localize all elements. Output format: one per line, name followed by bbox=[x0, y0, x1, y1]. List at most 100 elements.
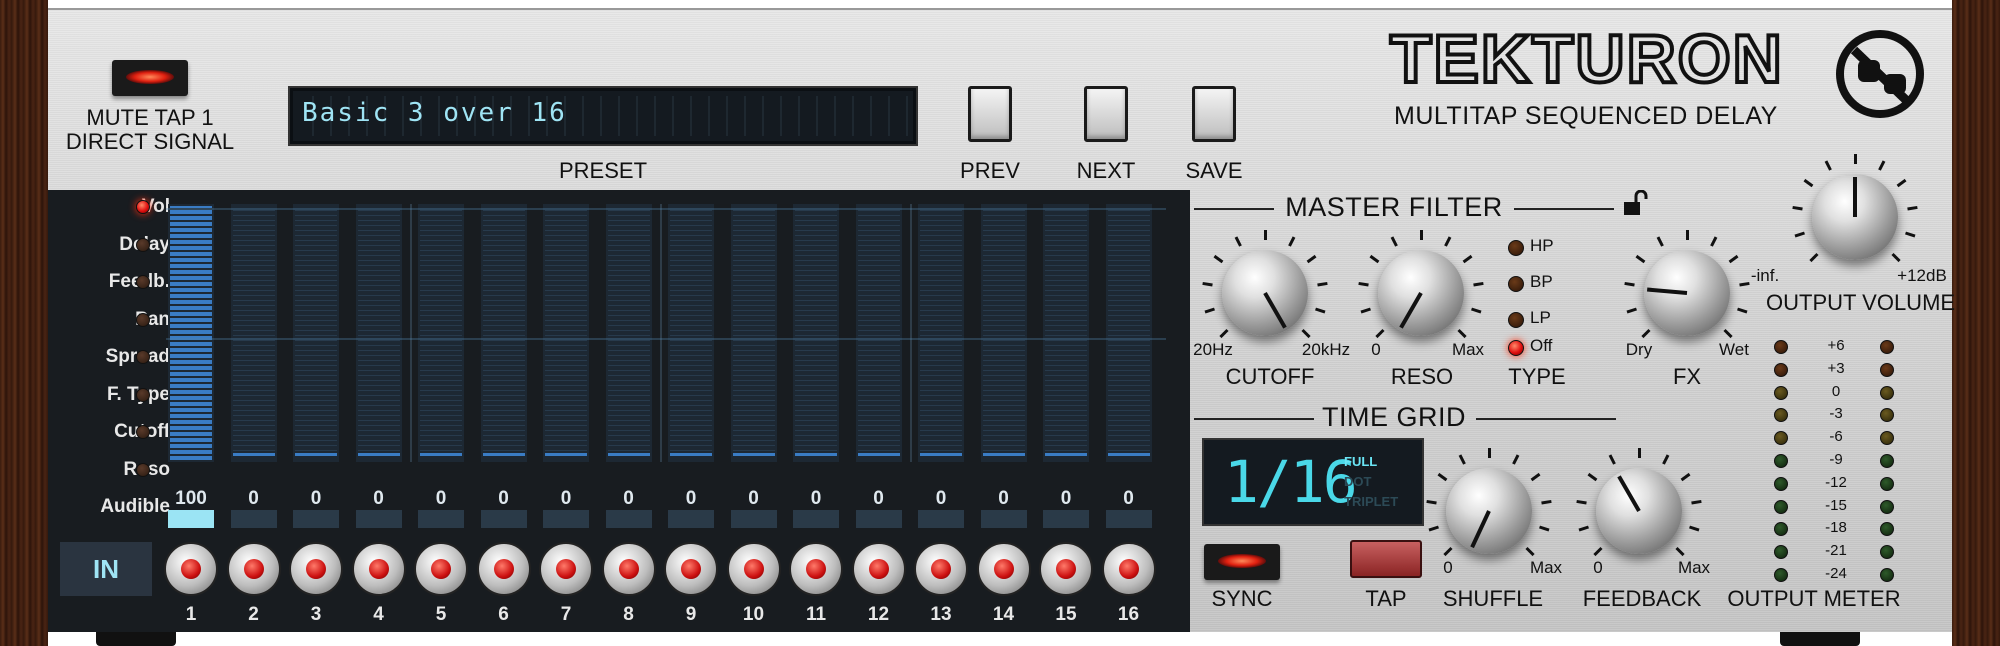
step-column[interactable] bbox=[418, 204, 464, 462]
step-column[interactable] bbox=[918, 204, 964, 462]
param-led-0[interactable] bbox=[136, 200, 150, 214]
step-audible-toggle[interactable] bbox=[543, 510, 589, 528]
step-audible-toggle[interactable] bbox=[168, 510, 214, 528]
step-value: 0 bbox=[748, 488, 759, 509]
meter-scale-label: +3 bbox=[1827, 359, 1845, 377]
step-audible-toggle[interactable] bbox=[793, 510, 839, 528]
step-number: 16 bbox=[1117, 604, 1140, 625]
feedback-min: 0 bbox=[1593, 558, 1603, 577]
param-led-1[interactable] bbox=[136, 237, 150, 252]
step-column[interactable] bbox=[668, 204, 714, 462]
step-column[interactable] bbox=[730, 204, 777, 462]
type-hp-led[interactable] bbox=[1508, 240, 1524, 256]
step-audible-toggle[interactable] bbox=[418, 510, 464, 528]
param-label-8[interactable]: Audible bbox=[100, 496, 170, 518]
mute-tap1-label: MUTE TAP 1 DIRECT SIGNAL bbox=[60, 106, 240, 154]
step-column[interactable] bbox=[355, 204, 402, 462]
step-button[interactable] bbox=[476, 542, 531, 596]
meter-led bbox=[1774, 522, 1788, 537]
type-bp-led[interactable] bbox=[1508, 276, 1524, 292]
param-led-3[interactable] bbox=[136, 312, 150, 327]
lock-open-icon[interactable] bbox=[1622, 190, 1652, 218]
preset-display[interactable]: Basic 3 over 16 bbox=[288, 86, 918, 146]
time-grid-display[interactable]: 1/16 FULL DOT TRIPLET bbox=[1202, 438, 1424, 526]
brand-name: TEKTURON bbox=[1390, 26, 1784, 96]
reso-label: RESO bbox=[1390, 364, 1454, 389]
step-button[interactable] bbox=[289, 542, 343, 596]
mute-tap1-button[interactable] bbox=[112, 60, 188, 96]
meter-led bbox=[1774, 454, 1788, 468]
meter-scale-label: -12 bbox=[1825, 473, 1847, 491]
fx-knob[interactable] bbox=[1644, 250, 1730, 336]
step-audible-toggle[interactable] bbox=[668, 510, 714, 528]
step-button[interactable] bbox=[789, 542, 843, 596]
step-number: 10 bbox=[742, 604, 765, 625]
step-number: 12 bbox=[867, 604, 890, 625]
step-audible-toggle[interactable] bbox=[1105, 510, 1152, 528]
reso-knob[interactable] bbox=[1378, 250, 1464, 336]
step-button[interactable] bbox=[164, 542, 218, 596]
step-audible-toggle[interactable] bbox=[730, 510, 777, 528]
step-audible-toggle[interactable] bbox=[355, 510, 402, 528]
param-led-4[interactable] bbox=[136, 350, 150, 364]
step-column[interactable] bbox=[855, 204, 902, 462]
step-audible-toggle[interactable] bbox=[230, 510, 277, 528]
step-column[interactable] bbox=[1043, 204, 1089, 462]
step-button[interactable] bbox=[351, 542, 406, 596]
step-button[interactable] bbox=[726, 542, 781, 596]
step-button[interactable] bbox=[414, 542, 468, 596]
step-grid[interactable]: 100 1 0 2 0 3 0 4 0 5 0 6 0 7 0 8 0 9 0 10 0 11 0 12 0 13 0 14 0 15 0 1… bbox=[164, 204, 1166, 625]
step-column[interactable] bbox=[1105, 204, 1152, 462]
step-audible-toggle[interactable] bbox=[918, 510, 964, 528]
cutoff-knob[interactable] bbox=[1222, 250, 1308, 336]
step-audible-toggle[interactable] bbox=[605, 510, 652, 528]
step-audible-toggle[interactable] bbox=[855, 510, 902, 528]
type-off-led[interactable] bbox=[1508, 340, 1524, 356]
save-button[interactable] bbox=[1192, 86, 1236, 142]
step-button[interactable] bbox=[976, 542, 1031, 596]
step-column[interactable] bbox=[230, 204, 277, 462]
step-button[interactable] bbox=[1039, 542, 1093, 596]
meter-led bbox=[1774, 476, 1788, 491]
meter-scale-label: 0 bbox=[1831, 382, 1841, 400]
step-button[interactable] bbox=[851, 542, 906, 596]
step-button[interactable] bbox=[226, 542, 281, 596]
output-volume-knob[interactable] bbox=[1812, 174, 1898, 260]
step-audible-toggle[interactable] bbox=[980, 510, 1027, 528]
step-column[interactable] bbox=[168, 204, 214, 462]
param-led-7[interactable] bbox=[136, 462, 150, 477]
step-column[interactable] bbox=[293, 204, 339, 462]
step-column[interactable] bbox=[793, 204, 839, 462]
step-button[interactable] bbox=[1101, 542, 1156, 596]
step-button[interactable] bbox=[539, 542, 593, 596]
input-button[interactable]: IN bbox=[60, 542, 152, 596]
step-value: 0 bbox=[810, 488, 822, 509]
param-led-2[interactable] bbox=[136, 275, 150, 289]
meter-scale-label: -6 bbox=[1829, 428, 1843, 446]
step-button[interactable] bbox=[664, 542, 718, 596]
tap-button[interactable] bbox=[1350, 540, 1422, 578]
step-audible-toggle[interactable] bbox=[480, 510, 527, 528]
step-button[interactable] bbox=[601, 542, 656, 596]
step-audible-toggle[interactable] bbox=[1043, 510, 1089, 528]
next-button[interactable] bbox=[1084, 86, 1128, 142]
brand-subtitle: MULTITAP SEQUENCED DELAY bbox=[1394, 102, 1778, 130]
step-audible-toggle[interactable] bbox=[293, 510, 339, 528]
step-column[interactable] bbox=[543, 204, 589, 462]
step-button[interactable] bbox=[914, 542, 968, 596]
shuffle-knob[interactable] bbox=[1446, 468, 1532, 554]
type-lp-led[interactable] bbox=[1508, 312, 1524, 328]
meter-led bbox=[1880, 362, 1894, 377]
sync-button[interactable] bbox=[1204, 544, 1280, 580]
step-column[interactable] bbox=[605, 204, 652, 462]
type-off-label: Off bbox=[1530, 336, 1553, 355]
step-number: 13 bbox=[930, 604, 952, 625]
param-led-6[interactable] bbox=[136, 425, 150, 439]
param-led-5[interactable] bbox=[136, 387, 150, 402]
prev-button[interactable] bbox=[968, 86, 1012, 142]
step-column[interactable] bbox=[980, 204, 1027, 462]
feedback-knob[interactable] bbox=[1596, 468, 1682, 554]
fx-min: Dry bbox=[1625, 340, 1653, 359]
step-column[interactable] bbox=[480, 204, 527, 462]
type-label: TYPE bbox=[1508, 364, 1566, 389]
